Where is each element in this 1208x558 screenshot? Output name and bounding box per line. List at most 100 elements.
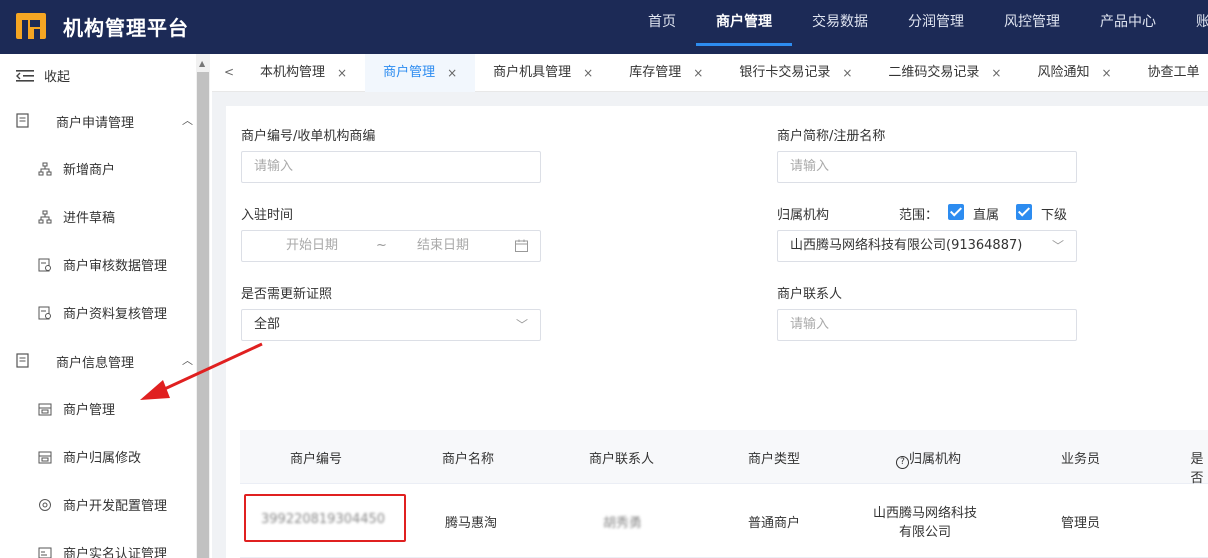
- column-header-label: 归属机构: [909, 452, 962, 467]
- chevron-up-icon: ︿: [182, 354, 193, 367]
- topnav-risk-control[interactable]: 风控管理: [984, 0, 1080, 54]
- scrollbar-thumb[interactable]: [197, 72, 209, 558]
- sidebar-item-label: 进件草稿: [63, 211, 116, 226]
- scope-label: 范围：: [899, 208, 939, 223]
- tab-assist-ticket[interactable]: 协查工单: [1130, 54, 1208, 92]
- sidebar-item-dev-config[interactable]: 商户开发配置管理: [38, 495, 167, 514]
- date-separator: ~: [376, 238, 387, 253]
- help-circle-icon[interactable]: ?: [896, 456, 909, 469]
- topnav-home[interactable]: 首页: [628, 0, 696, 54]
- close-icon[interactable]: ×: [583, 54, 593, 92]
- sidebar-group-label: 商户信息管理: [56, 356, 135, 371]
- start-date-input[interactable]: 开始日期: [286, 231, 338, 261]
- org-label: 归属机构: [777, 208, 830, 223]
- tab-card-transactions[interactable]: 银行卡交易记录 ×: [721, 54, 870, 92]
- sidebar-group-label: 商户申请管理: [56, 116, 135, 131]
- topnav-transaction-data[interactable]: 交易数据: [792, 0, 888, 54]
- tab-merchant-management[interactable]: 商户管理 ×: [365, 54, 476, 92]
- store-icon: [38, 403, 52, 415]
- column-header: 商户编号: [290, 452, 343, 467]
- column-header-org: ? 归属机构: [896, 448, 961, 469]
- org-select-value: 山西腾马网络科技有限公司(91364887): [790, 238, 1023, 253]
- scope-sub-checkbox[interactable]: [1016, 204, 1032, 220]
- collapse-label: 收起: [44, 70, 71, 85]
- scope-sub-label: 下级: [1041, 208, 1068, 223]
- merchant-name-label: 商户简称/注册名称: [777, 129, 886, 144]
- sidebar: 收起 商户申请管理 ︿ 新增商户 进件草稿 商户审核数据管理 商户资料复核管理 …: [0, 54, 212, 558]
- close-icon[interactable]: ×: [1101, 54, 1111, 92]
- id-card-icon: [38, 547, 52, 558]
- org-cell-line: 有限公司: [899, 525, 952, 540]
- sidebar-item-merchant-management[interactable]: 商户管理: [38, 399, 115, 418]
- contact-input[interactable]: 请输入: [777, 309, 1077, 341]
- merchant-no-input[interactable]: 请输入: [241, 151, 541, 183]
- merchant-name-cell: 腾马惠淘: [445, 516, 498, 531]
- sidebar-item-label: 商户审核数据管理: [63, 259, 168, 274]
- collapse-menu-icon: [16, 69, 34, 82]
- sidebar-item-label: 商户管理: [63, 403, 116, 418]
- contact-cell: 胡秀勇: [603, 516, 643, 531]
- end-date-input[interactable]: 结束日期: [417, 231, 469, 261]
- tab-scroll-left-icon[interactable]: <: [224, 65, 234, 79]
- audit-document-icon: [38, 258, 51, 271]
- tab-bar: < 本机构管理 × 商户管理 × 商户机具管理 × 库存管理 × 银行卡交易记录 × 二维…: [212, 54, 1208, 92]
- sidebar-item-add-merchant[interactable]: 新增商户: [38, 159, 115, 178]
- document-icon: [16, 353, 29, 368]
- topnav-account[interactable]: 账: [1176, 0, 1208, 54]
- sidebar-item-label: 新增商户: [63, 163, 116, 178]
- tab-inventory[interactable]: 库存管理 ×: [611, 54, 721, 92]
- sidebar-item-review[interactable]: 商户资料复核管理: [38, 303, 167, 322]
- org-tree-icon: [38, 162, 52, 175]
- column-header: 商户类型: [748, 452, 801, 467]
- scroll-up-icon[interactable]: ▲: [199, 59, 205, 68]
- org-tree-icon: [38, 210, 52, 223]
- date-range-picker[interactable]: 开始日期 ~ 结束日期: [241, 230, 541, 262]
- org-cell: 山西腾马网络科技 有限公司: [873, 502, 977, 540]
- close-icon[interactable]: ×: [337, 54, 347, 92]
- renew-license-value: 全部: [254, 317, 281, 332]
- close-icon[interactable]: ×: [991, 54, 1001, 92]
- audit-document-icon: [38, 306, 51, 319]
- tab-label: 银行卡交易记录: [739, 65, 831, 80]
- column-header: 是否: [1190, 452, 1204, 486]
- tab-label: 二维码交易记录: [888, 65, 980, 80]
- close-icon[interactable]: ×: [842, 54, 852, 92]
- renew-license-select[interactable]: 全部 ﹀: [241, 309, 541, 341]
- contact-label: 商户联系人: [777, 287, 843, 302]
- column-header: 业务员: [1061, 452, 1101, 467]
- tab-label: 商户管理: [383, 65, 436, 80]
- sidebar-item-label: 商户归属修改: [63, 451, 142, 466]
- salesman-cell: 管理员: [1061, 516, 1101, 531]
- topnav-profit-sharing[interactable]: 分润管理: [888, 0, 984, 54]
- topnav-product-center[interactable]: 产品中心: [1080, 0, 1176, 54]
- merchant-no-label: 商户编号/收单机构商编: [241, 129, 376, 144]
- tab-org-management[interactable]: 本机构管理 ×: [242, 54, 365, 92]
- chevron-down-icon: ﹀: [1051, 239, 1064, 253]
- tab-merchant-devices[interactable]: 商户机具管理 ×: [475, 54, 611, 92]
- column-header: 商户名称: [442, 452, 495, 467]
- tab-risk-notice[interactable]: 风险通知 ×: [1019, 54, 1129, 92]
- highlight-box: [244, 494, 406, 542]
- sidebar-item-ownership-change[interactable]: 商户归属修改: [38, 447, 141, 466]
- app-logo-icon: [16, 13, 46, 39]
- sidebar-item-label: 商户实名认证管理: [63, 547, 168, 558]
- topnav-merchant-management[interactable]: 商户管理: [696, 0, 792, 54]
- tab-list: 本机构管理 × 商户管理 × 商户机具管理 × 库存管理 × 银行卡交易记录 × 二维码交…: [242, 54, 1208, 92]
- tab-qr-transactions[interactable]: 二维码交易记录 ×: [870, 54, 1019, 92]
- close-icon[interactable]: ×: [693, 54, 703, 92]
- sidebar-scrollbar[interactable]: ▲: [196, 54, 210, 558]
- tab-label: 协查工单: [1147, 65, 1200, 80]
- store-icon: [38, 451, 52, 463]
- merchant-name-input[interactable]: 请输入: [777, 151, 1077, 183]
- sidebar-item-realname[interactable]: 商户实名认证管理: [38, 543, 167, 558]
- sidebar-item-draft[interactable]: 进件草稿: [38, 207, 115, 226]
- close-icon[interactable]: ×: [447, 54, 457, 92]
- org-select[interactable]: 山西腾马网络科技有限公司(91364887) ﹀: [777, 230, 1077, 262]
- sidebar-collapse-button[interactable]: 收起: [16, 66, 70, 85]
- top-nav: 首页 商户管理 交易数据 分润管理 风控管理 产品中心 账: [628, 0, 1208, 54]
- renew-license-label: 是否需更新证照: [241, 287, 333, 302]
- sidebar-item-audit-data[interactable]: 商户审核数据管理: [38, 255, 167, 274]
- top-bar: 机构管理平台 首页 商户管理 交易数据 分润管理 风控管理 产品中心 账: [0, 0, 1208, 54]
- tab-label: 商户机具管理: [493, 65, 572, 80]
- scope-direct-checkbox[interactable]: [948, 204, 964, 220]
